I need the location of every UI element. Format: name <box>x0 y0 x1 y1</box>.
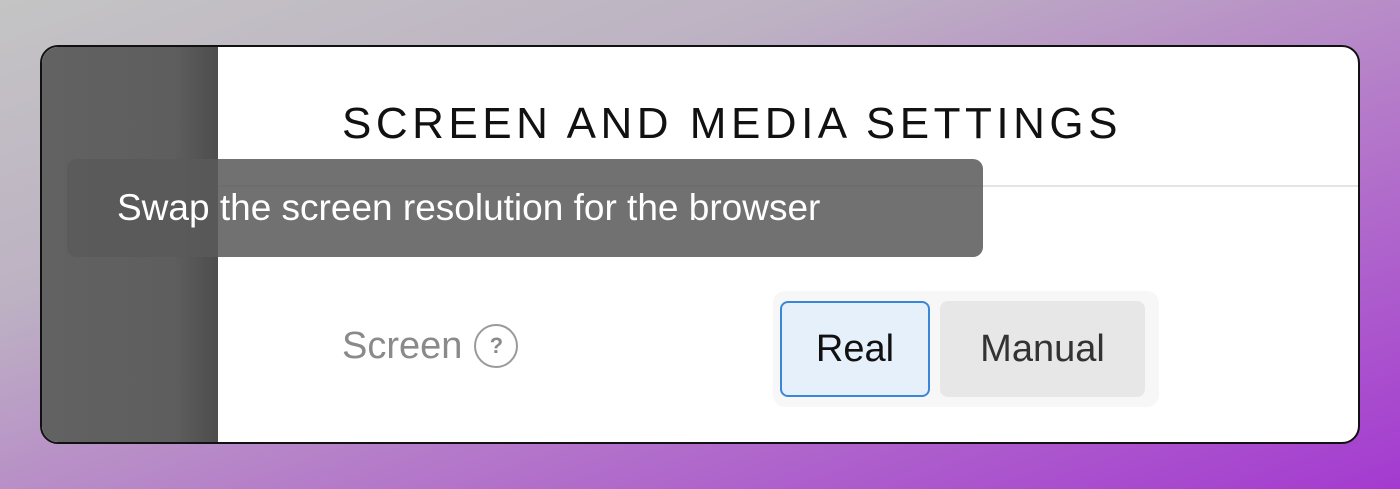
manual-option-button[interactable]: Manual <box>940 301 1145 397</box>
page-title: SCREEN AND MEDIA SETTINGS <box>342 99 1122 148</box>
screen-label: Screen <box>342 324 463 367</box>
help-tooltip: Swap the screen resolution for the brows… <box>67 159 983 257</box>
screen-mode-toggle: Real Manual <box>773 291 1159 407</box>
screen-setting-label-group: Screen ? <box>342 324 519 368</box>
help-icon[interactable]: ? <box>474 324 519 368</box>
real-option-button[interactable]: Real <box>780 301 930 397</box>
